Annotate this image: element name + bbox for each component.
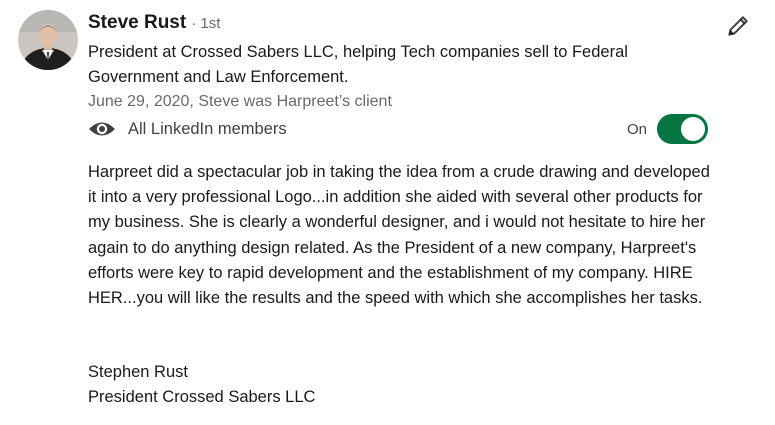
signature-name: Stephen Rust	[88, 363, 188, 381]
toggle-state-label: On	[627, 120, 648, 138]
recommender-headline: President at Crossed Sabers LLC, helping…	[88, 43, 628, 86]
visibility-label: All LinkedIn members	[128, 119, 287, 138]
avatar[interactable]	[18, 10, 78, 70]
name-row: Steve Rust · 1st	[88, 12, 220, 38]
recommendation-date: June 29, 2020, Steve was Harpreet’s clie…	[88, 93, 392, 110]
recommendation-card: Steve Rust · 1st President at Crossed Sa…	[0, 0, 775, 425]
connection-degree: · 1st	[191, 15, 221, 32]
edit-button[interactable]	[722, 10, 754, 42]
visibility-toggle-group: On	[627, 114, 709, 144]
recommender-name[interactable]: Steve Rust	[88, 12, 186, 34]
signature-title: President Crossed Sabers LLC	[88, 388, 316, 406]
eye-icon	[88, 119, 116, 139]
toggle-knob	[681, 117, 706, 141]
pencil-icon	[728, 16, 748, 36]
avatar-photo	[18, 10, 78, 70]
recommendation-text: Harpreet did a spectacular job in taking…	[88, 163, 710, 308]
visibility-toggle[interactable]	[657, 114, 709, 144]
visibility-setting: All LinkedIn members	[88, 116, 287, 142]
